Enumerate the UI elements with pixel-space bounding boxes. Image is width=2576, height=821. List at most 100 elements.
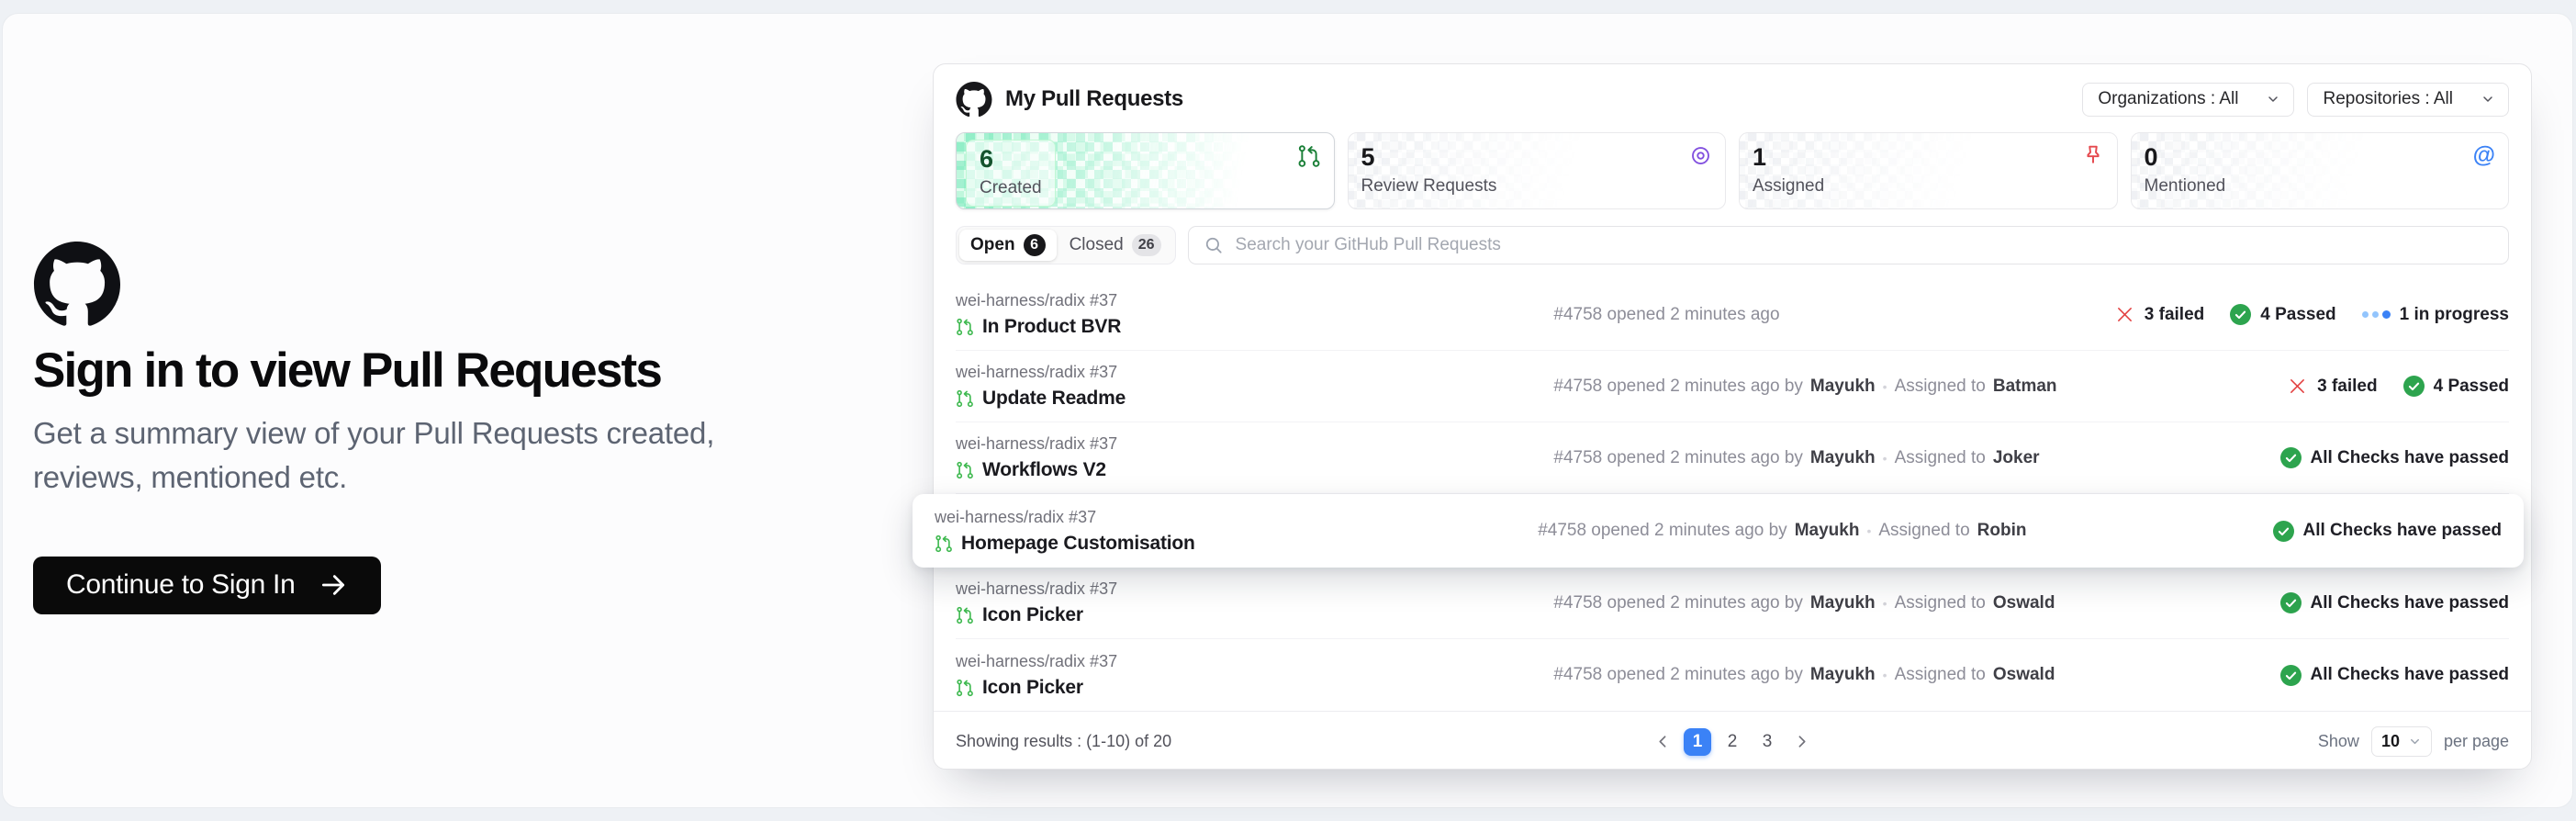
pr-repo: wei-harness/radix #37 [956,291,1553,310]
pr-main: wei-harness/radix #37 Update Readme [956,363,1553,410]
check-passed: 4 Passed [2230,304,2335,325]
pr-main: wei-harness/radix #37 In Product BVR [956,291,1553,338]
check-status-label: 3 failed [2317,377,2377,397]
pr-opened-text: #4758 opened 2 minutes ago by [1553,665,1803,685]
per-page-value: 10 [2381,732,2400,751]
git-pull-request-icon [935,534,953,553]
passed-icon [2273,521,2294,542]
stat-label: Mentioned [2145,176,2226,197]
previous-page-button[interactable] [1650,728,1676,755]
tab-closed[interactable]: Closed 26 [1058,230,1172,261]
pr-repo: wei-harness/radix #37 [956,579,1553,599]
github-logo-icon [956,82,992,118]
check-passed: 4 Passed [2403,376,2509,397]
stat-chip: 1 Assigned [1753,143,1824,197]
pr-checks: All Checks have passed [2280,665,2510,686]
chevron-down-icon [2266,92,2280,107]
pr-checks: All Checks have passed [2280,447,2510,468]
passed-icon [2280,447,2302,468]
pull-request-row[interactable]: wei-harness/radix #37 Icon Picker #4758 … [956,639,2509,711]
chevron-down-icon [2408,735,2422,748]
pull-request-list: wei-harness/radix #37 In Product BVR #47… [956,279,2509,711]
passed-icon [2403,376,2425,397]
stat-card[interactable]: 6 Created [956,132,1335,209]
stat-chip: 5 Review Requests [1361,143,1497,197]
pr-checks: 3 failed 4 Passed 1 in progress [2114,304,2509,325]
filter-dropdown[interactable]: Repositories : All [2307,83,2509,117]
pr-assignee: Oswald [1993,665,2055,685]
pr-opened-text: #4758 opened 2 minutes ago by [1553,593,1803,613]
continue-sign-in-label: Continue to Sign In [66,569,295,601]
list-controls: Open 6 Closed 26 [956,226,2509,264]
page-numbers: 123 [1684,728,1781,756]
check-status-label: All Checks have passed [2311,665,2510,685]
pr-main: wei-harness/radix #37 Homepage Customisa… [935,508,1538,555]
stat-value: 1 [1753,143,1824,172]
tab-count-badge: 6 [1024,234,1046,256]
git-pull-request-icon [956,318,974,336]
stat-label: Assigned [1753,176,1824,197]
pr-assignee: Oswald [1993,593,2055,613]
stat-value: 6 [980,145,1042,174]
passed-icon [2280,665,2302,686]
git-pull-request-icon [956,461,974,479]
assigned-to-label: Assigned to [1895,665,1986,685]
assigned-to-label: Assigned to [1878,521,1969,541]
pull-request-row[interactable]: wei-harness/radix #37 Homepage Customisa… [913,494,2524,568]
check-status-label: 3 failed [2145,305,2204,325]
next-page-button[interactable] [1788,728,1815,755]
pr-author: Mayukh [1795,521,1860,541]
passed-icon [2230,304,2251,325]
stat-card[interactable]: 1 Assigned [1739,132,2118,209]
per-page-select[interactable]: 10 [2371,726,2432,757]
assigned-to-label: Assigned to [1895,593,1986,613]
panel-footer: Showing results : (1-10) of 20 123 Show … [934,711,2531,771]
pr-meta: #4758 opened 2 minutes ago by Mayukh • A… [1538,521,2272,541]
tab-open[interactable]: Open 6 [959,230,1057,261]
failed-icon [2287,376,2308,397]
stat-chip: 0 Mentioned [2145,143,2226,197]
stat-card[interactable]: 0 Mentioned @ [2131,132,2510,209]
in-progress-icon [2362,310,2391,319]
mention-icon: @ [2473,144,2495,167]
pr-author: Mayukh [1810,665,1876,685]
pr-meta: #4758 opened 2 minutes ago by Mayukh • A… [1553,448,2279,468]
pr-title: Update Readme [982,388,1126,410]
check-status-label: All Checks have passed [2311,593,2510,613]
tab-count-badge: 26 [1132,234,1161,256]
page-number-button[interactable]: 2 [1719,728,1746,756]
pr-title: Icon Picker [982,677,1083,699]
pull-request-row[interactable]: wei-harness/radix #37 Workflows V2 #4758… [956,422,2509,494]
filter-label: Organizations : All [2098,89,2238,109]
pr-meta: #4758 opened 2 minutes ago by Mayukh • A… [1553,593,2279,613]
stat-card[interactable]: 5 Review Requests [1348,132,1727,209]
dot-separator: • [1866,523,1871,538]
pr-meta: #4758 opened 2 minutes ago by Mayukh • A… [1553,377,2287,397]
pr-meta: #4758 opened 2 minutes ago [1553,305,2113,325]
dot-separator: • [1883,451,1887,466]
pull-request-row[interactable]: wei-harness/radix #37 In Product BVR #47… [956,279,2509,351]
signin-heading: Sign in to view Pull Requests [33,343,823,399]
per-page-suffix: per page [2444,732,2509,751]
pr-repo: wei-harness/radix #37 [956,363,1553,382]
search-box[interactable] [1188,226,2509,264]
show-label: Show [2318,732,2359,751]
stat-value: 5 [1361,143,1497,172]
filter-dropdown[interactable]: Organizations : All [2082,83,2294,117]
pull-request-row[interactable]: wei-harness/radix #37 Icon Picker #4758 … [956,568,2509,639]
pr-repo: wei-harness/radix #37 [935,508,1538,527]
chevron-down-icon [2481,92,2495,107]
pr-main: wei-harness/radix #37 Icon Picker [956,652,1553,699]
pr-assignee: Robin [1977,521,2027,541]
pr-checks: All Checks have passed [2280,592,2510,613]
pr-checks: All Checks have passed [2273,521,2503,542]
continue-sign-in-button[interactable]: Continue to Sign In [33,557,381,614]
search-input[interactable] [1236,235,2493,255]
dot-separator: • [1883,668,1887,682]
page-number-button[interactable]: 3 [1753,728,1781,756]
panel-header: My Pull Requests Organizations : All Rep… [956,79,2509,119]
stat-cards: 6 Created 5 Review Requests 1 Assigned 0… [956,132,2509,209]
results-summary: Showing results : (1-10) of 20 [956,732,1171,751]
pull-request-row[interactable]: wei-harness/radix #37 Update Readme #475… [956,351,2509,422]
page-number-button[interactable]: 1 [1684,728,1711,756]
